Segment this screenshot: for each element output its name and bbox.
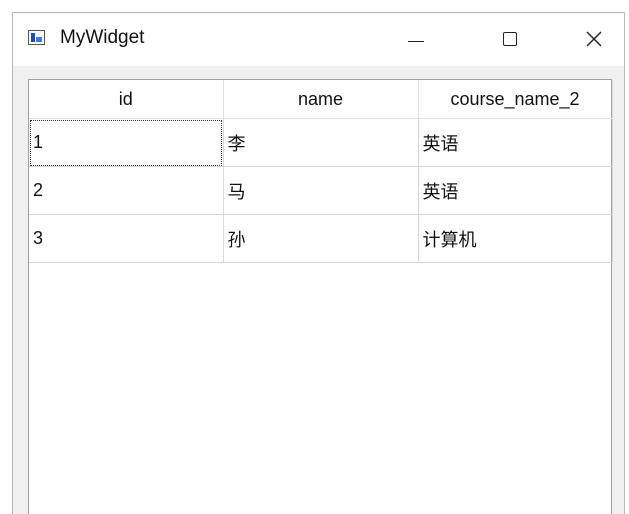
maximize-button[interactable] bbox=[487, 19, 533, 59]
table-cell[interactable]: 英语 bbox=[418, 118, 613, 167]
close-icon bbox=[586, 31, 602, 47]
table-cell[interactable]: 3 bbox=[29, 214, 224, 263]
header-course-name-2[interactable]: course_name_2 bbox=[418, 80, 613, 119]
table-cell[interactable]: 计算机 bbox=[418, 214, 613, 263]
table-row[interactable]: 1 李 英语 bbox=[29, 118, 613, 167]
table-cell[interactable]: 马 bbox=[223, 166, 419, 215]
window-title: MyWidget bbox=[60, 27, 145, 48]
table-row[interactable]: 3 孙 计算机 bbox=[29, 214, 613, 263]
minimize-icon bbox=[408, 40, 424, 42]
table-cell[interactable]: 1 bbox=[29, 118, 224, 167]
table-cell[interactable]: 英语 bbox=[418, 166, 613, 215]
header-row: id name course_name_2 bbox=[29, 80, 613, 119]
title-bar[interactable]: MyWidget bbox=[13, 13, 624, 66]
table-row[interactable]: 2 马 英语 bbox=[29, 166, 613, 215]
table-cell[interactable]: 孙 bbox=[223, 214, 419, 263]
close-button[interactable] bbox=[571, 19, 617, 59]
main-window: MyWidget id name course_name_2 1 李 英语 2 … bbox=[12, 12, 625, 514]
minimize-button[interactable] bbox=[393, 19, 439, 59]
data-table: id name course_name_2 1 李 英语 2 马 英语 3 孙 … bbox=[29, 80, 613, 263]
header-name[interactable]: name bbox=[223, 80, 419, 119]
table-view[interactable]: id name course_name_2 1 李 英语 2 马 英语 3 孙 … bbox=[28, 79, 613, 514]
app-window-icon bbox=[28, 30, 45, 45]
maximize-icon bbox=[503, 32, 517, 46]
header-id[interactable]: id bbox=[29, 80, 224, 119]
table-cell[interactable]: 李 bbox=[223, 118, 419, 167]
table-cell[interactable]: 2 bbox=[29, 166, 224, 215]
